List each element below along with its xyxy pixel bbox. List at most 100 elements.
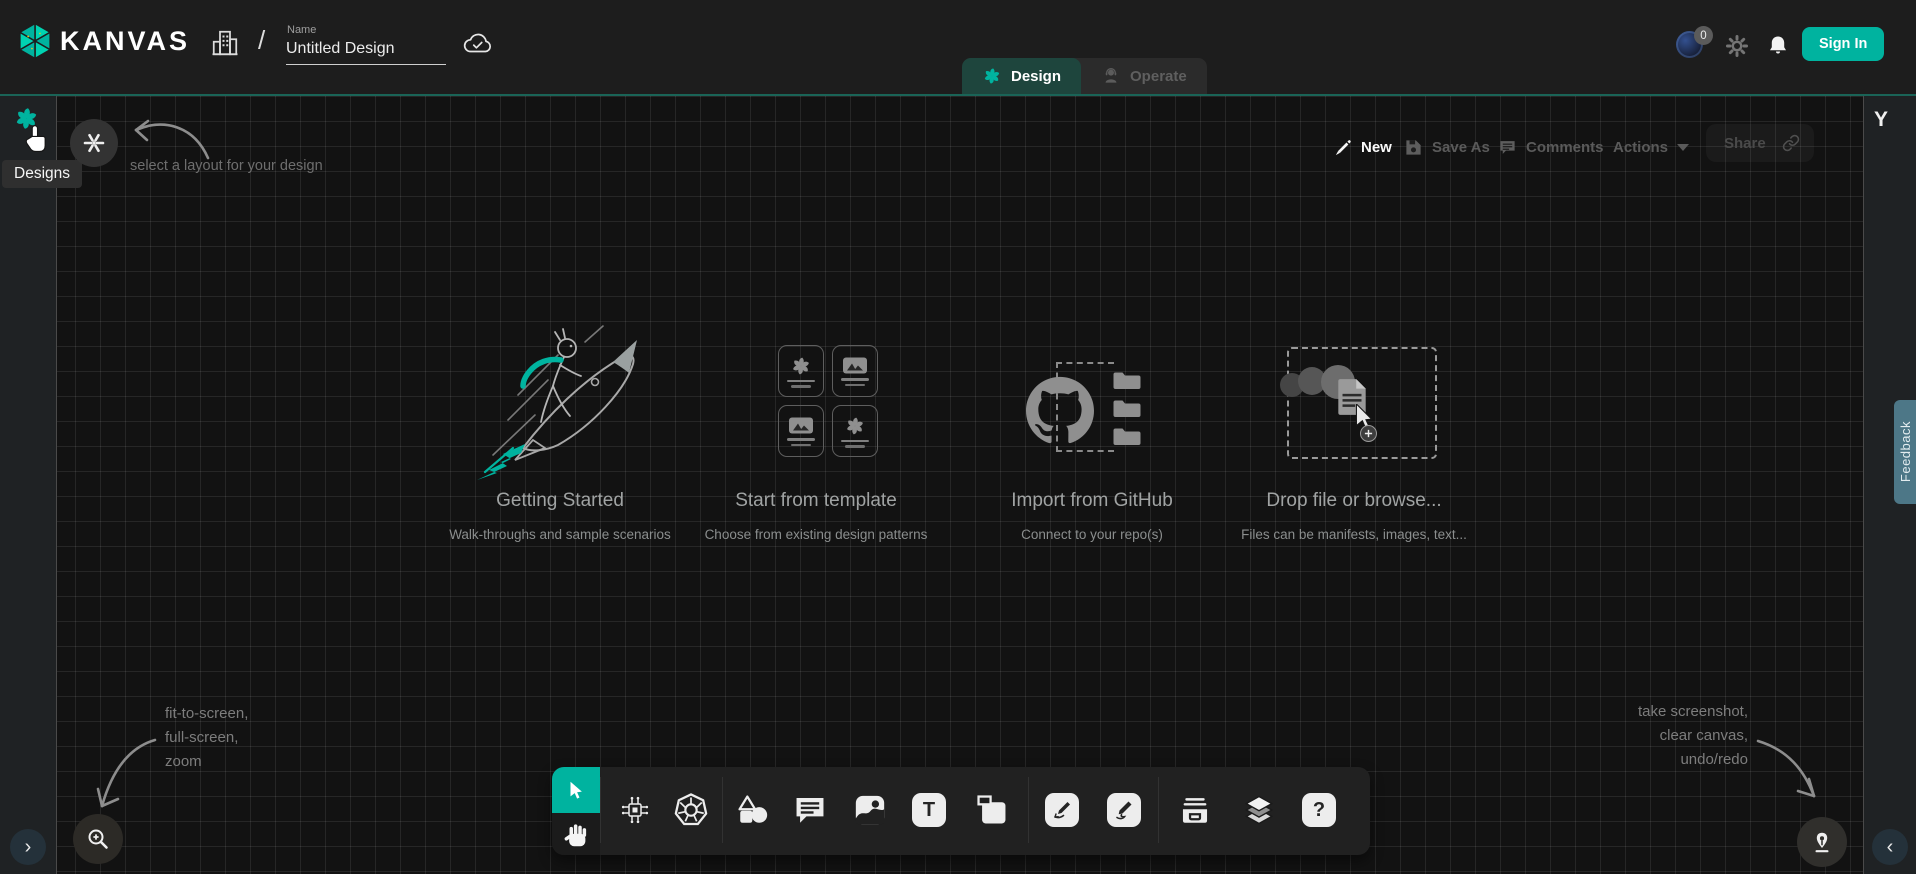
comment-icon xyxy=(793,793,827,827)
app-title: KANVAS xyxy=(60,26,190,57)
card-subtitle-template: Choose from existing design patterns xyxy=(656,527,976,542)
card-title-getting-started[interactable]: Getting Started xyxy=(410,490,710,512)
kanvas-logo-icon[interactable] xyxy=(16,21,54,61)
expand-left-panel-button[interactable]: › xyxy=(10,829,46,865)
card-title-drop-file[interactable]: Drop file or browse... xyxy=(1204,490,1504,512)
card-title-template[interactable]: Start from template xyxy=(666,490,966,512)
repo-folder-icon xyxy=(1112,424,1142,447)
zoom-hint-text: fit-to-screen, full-screen, zoom xyxy=(165,702,248,774)
gear-icon[interactable] xyxy=(1726,35,1748,57)
shapes-icon xyxy=(736,792,770,828)
operate-tab-icon xyxy=(1101,66,1121,86)
save-as-button[interactable]: Save As xyxy=(1404,136,1490,158)
chevron-right-icon: › xyxy=(25,836,32,859)
shapes-tool[interactable] xyxy=(736,793,770,827)
components-tool[interactable] xyxy=(618,793,652,827)
comment-tool[interactable] xyxy=(793,793,827,827)
help-tool[interactable]: ? xyxy=(1302,793,1336,827)
pen-tool[interactable] xyxy=(1045,793,1079,827)
corner-logo[interactable]: Y xyxy=(1874,108,1888,132)
text-tool-glyph: T xyxy=(923,799,935,822)
tab-design[interactable]: Design xyxy=(962,58,1081,94)
template-card xyxy=(778,345,824,397)
collapse-right-panel-button[interactable]: ‹ xyxy=(1872,829,1908,865)
new-label: New xyxy=(1361,139,1392,156)
layout-button[interactable] xyxy=(70,119,118,167)
kanvas-app: KANVAS / Name xyxy=(0,0,1916,874)
canvas-actions-hint-text: take screenshot, clear canvas, undo/redo xyxy=(1558,700,1748,772)
save-as-label: Save As xyxy=(1432,139,1490,156)
comments-label: Comments xyxy=(1526,139,1604,156)
image-icon xyxy=(853,793,887,827)
layout-hint-text: select a layout for your design xyxy=(130,158,323,174)
card-subtitle-drop-file: Files can be manifests, images, text... xyxy=(1194,527,1514,542)
tab-operate-label: Operate xyxy=(1130,68,1187,85)
feedback-label: Feedback xyxy=(1898,421,1913,482)
save-icon xyxy=(1404,138,1423,157)
pan-hand-tool[interactable] xyxy=(561,820,591,850)
design-tab-icon xyxy=(982,66,1002,86)
pencil-new-icon xyxy=(1333,138,1352,157)
image-thumbnail-icon xyxy=(788,416,814,435)
new-button[interactable]: New xyxy=(1333,136,1392,158)
card-title-github[interactable]: Import from GitHub xyxy=(942,490,1242,512)
select-tool[interactable] xyxy=(552,767,600,813)
select-cursor-icon xyxy=(565,779,587,801)
note-tool[interactable] xyxy=(975,793,1009,827)
image-tool[interactable] xyxy=(853,793,887,827)
actions-dropdown[interactable]: Actions xyxy=(1613,136,1689,158)
template-illustration[interactable] xyxy=(778,345,878,457)
breadcrumb-separator: / xyxy=(258,25,265,56)
toolbar-divider xyxy=(600,777,601,843)
tab-operate[interactable]: Operate xyxy=(1081,58,1207,94)
share-label: Share xyxy=(1724,135,1766,152)
comments-button[interactable]: Comments xyxy=(1498,136,1604,158)
actions-label: Actions xyxy=(1613,139,1668,156)
pen-nib-icon xyxy=(1809,829,1835,855)
github-icon[interactable] xyxy=(1026,376,1094,444)
organization-icon[interactable] xyxy=(210,28,240,58)
repo-folder-icon xyxy=(1112,368,1142,391)
template-card xyxy=(778,405,824,457)
template-card xyxy=(832,405,878,457)
plus-icon xyxy=(1364,429,1373,438)
zoom-button[interactable] xyxy=(73,814,123,864)
pencil-sketch-icon xyxy=(1112,798,1136,822)
share-button[interactable]: Share xyxy=(1706,124,1814,162)
template-card xyxy=(832,345,878,397)
kubernetes-icon xyxy=(674,792,708,828)
mode-tabs: Design Operate xyxy=(962,58,1207,94)
pointer-hand-cursor-icon xyxy=(21,124,49,154)
design-canvas[interactable]: Designs select a layout for your design xyxy=(0,94,1916,874)
left-dock xyxy=(0,96,57,874)
pattern-swirl-icon xyxy=(844,415,866,437)
designs-tooltip: Designs xyxy=(2,160,82,188)
sign-in-button[interactable]: Sign In xyxy=(1802,27,1884,61)
repo-folder-icon xyxy=(1112,396,1142,419)
image-thumbnail-icon xyxy=(842,356,868,375)
toolbar-divider xyxy=(722,777,723,843)
toolbar-divider xyxy=(1158,777,1159,843)
pattern-swirl-icon xyxy=(790,355,812,377)
note-icon xyxy=(975,793,1009,827)
feedback-tab[interactable]: Feedback xyxy=(1894,400,1916,504)
notification-count-badge: 0 xyxy=(1694,26,1713,45)
canvas-actions-button[interactable] xyxy=(1797,817,1847,867)
import-drawer-tool[interactable] xyxy=(1178,793,1212,827)
pen-path-icon xyxy=(1050,798,1074,822)
design-name-label: Name xyxy=(287,24,316,36)
bell-icon[interactable] xyxy=(1766,34,1790,58)
kubernetes-tool[interactable] xyxy=(674,793,708,827)
circuit-icon xyxy=(618,793,652,827)
layers-icon xyxy=(1242,792,1276,828)
layers-tool[interactable] xyxy=(1242,793,1276,827)
header: KANVAS / Name xyxy=(0,0,1916,94)
help-glyph: ? xyxy=(1313,799,1325,822)
getting-started-illustration[interactable] xyxy=(463,320,663,480)
text-tool[interactable]: T xyxy=(912,793,946,827)
comments-icon xyxy=(1498,138,1517,157)
link-icon xyxy=(1782,134,1800,152)
toolbar-divider xyxy=(1028,777,1029,843)
design-name-input[interactable] xyxy=(286,40,446,65)
sketch-tool[interactable] xyxy=(1107,793,1141,827)
